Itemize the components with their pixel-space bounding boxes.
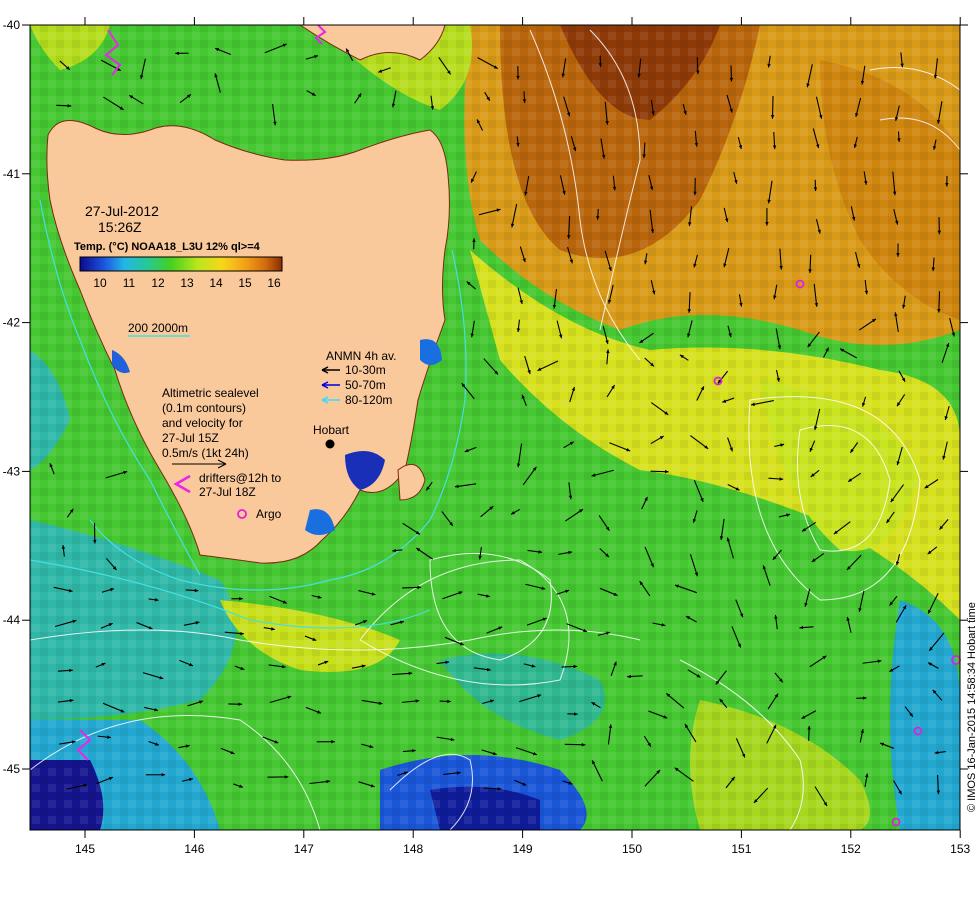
anmn-item-label: 50-70m xyxy=(345,378,386,392)
x-tick-label: 147 xyxy=(294,842,314,856)
anmn-item-label: 10-30m xyxy=(345,363,386,377)
anmn-title: ANMN 4h av. xyxy=(326,349,396,363)
y-tick-label: -42 xyxy=(3,316,21,330)
colorbar-tick-label: 16 xyxy=(267,276,281,290)
altimetry-line: (0.1m contours) xyxy=(162,401,246,415)
colorbar-tick-label: 12 xyxy=(151,276,165,290)
drifters-line-2: 27-Jul 18Z xyxy=(199,485,256,499)
x-tick-label: 145 xyxy=(75,842,95,856)
x-tick-label: 153 xyxy=(950,842,970,856)
y-tick-label: -41 xyxy=(3,167,21,181)
y-tick-label: -44 xyxy=(3,613,21,627)
x-tick-label: 151 xyxy=(731,842,751,856)
anmn-item-label: 80-120m xyxy=(345,393,392,407)
colorbar-tick-label: 15 xyxy=(238,276,252,290)
altimetry-line: 27-Jul 15Z xyxy=(162,431,219,445)
time-label: 15:26Z xyxy=(98,219,142,235)
x-tick-label: 148 xyxy=(403,842,423,856)
altimetry-line: Altimetric sealevel xyxy=(162,386,259,400)
altimetry-line: 0.5m/s (1kt 24h) xyxy=(162,446,249,460)
y-tick-label: -43 xyxy=(3,464,21,478)
x-tick-label: 146 xyxy=(184,842,204,856)
hobart-label: Hobart xyxy=(313,423,350,437)
drifters-line-1: drifters@12h to xyxy=(199,471,282,485)
date-label: 27-Jul-2012 xyxy=(85,203,159,219)
product-label: Temp. (°C) NOAA18_L3U 12% ql>=4 xyxy=(74,241,261,253)
colorbar-tick-label: 13 xyxy=(180,276,194,290)
anmn-legend: 10-30m50-70m80-120m xyxy=(321,363,392,407)
x-tick-label: 149 xyxy=(513,842,533,856)
y-tick-label: -45 xyxy=(3,762,21,776)
x-tick-label: 150 xyxy=(622,842,642,856)
colorbar-tick-label: 10 xyxy=(93,276,107,290)
colorbar-tick-label: 14 xyxy=(209,276,223,290)
isobath-legend-label: 200 2000m xyxy=(128,321,188,335)
credit-text: © IMOS 16-Jan-2015 14:58:34 Hobart time xyxy=(966,602,978,812)
hobart-marker xyxy=(325,439,335,449)
altimetry-line: and velocity for xyxy=(162,416,243,430)
argo-legend-label: Argo xyxy=(256,507,282,521)
colorbar xyxy=(79,256,283,272)
colorbar-tick-label: 11 xyxy=(123,276,136,290)
sst-map: Hobart 27-Jul-2012 15:26Z Temp. (°C) NOA… xyxy=(3,17,978,856)
y-tick-label: -40 xyxy=(3,18,21,32)
x-tick-label: 152 xyxy=(841,842,861,856)
